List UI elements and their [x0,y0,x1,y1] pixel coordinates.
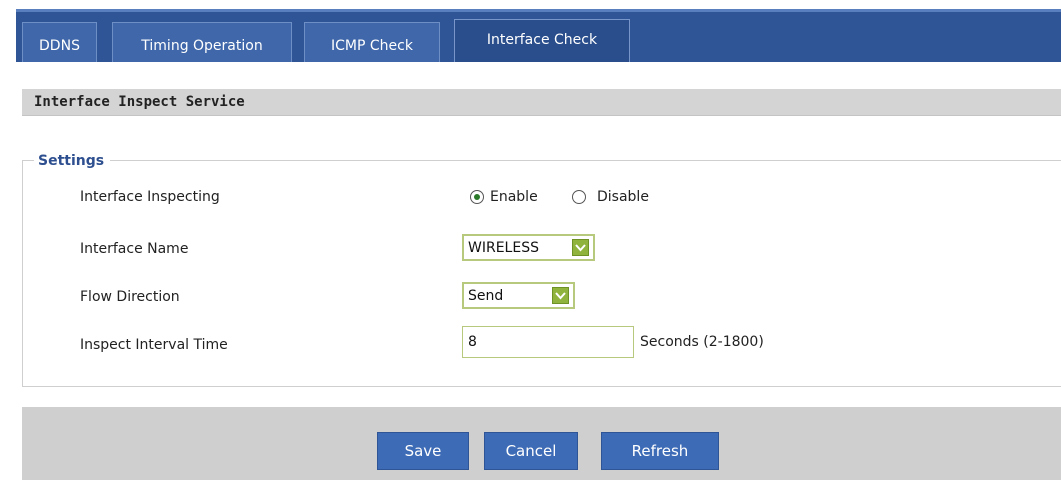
enable-radio-label[interactable]: Enable [490,187,538,207]
enable-radio[interactable] [470,190,484,204]
tab-interface-check[interactable]: Interface Check [454,19,630,62]
settings-legend: Settings [34,152,111,170]
tab-timing-operation[interactable]: Timing Operation [112,22,292,62]
inspect-interval-input[interactable]: 8 [462,326,634,358]
tab-ddns[interactable]: DDNS [22,22,97,62]
flow-direction-value: Send [468,288,504,304]
interface-inspecting-label: Interface Inspecting [80,189,220,205]
inspect-interval-unit: Seconds (2-1800) [640,334,764,350]
disable-radio-label[interactable]: Disable [597,187,649,207]
section-title: Interface Inspect Service [22,89,1061,116]
chevron-down-icon [552,287,569,304]
interface-name-value: WIRELESS [468,240,539,256]
flow-direction-select[interactable]: Send [462,282,575,309]
tab-icmp-check[interactable]: ICMP Check [304,22,440,62]
flow-direction-label: Flow Direction [80,289,180,305]
refresh-button[interactable]: Refresh [601,432,719,470]
interface-name-label: Interface Name [80,241,189,257]
inspect-interval-label: Inspect Interval Time [80,337,228,353]
chevron-down-icon [572,239,589,256]
cancel-button[interactable]: Cancel [484,432,578,470]
interface-name-select[interactable]: WIRELESS [462,234,595,261]
disable-radio[interactable] [572,190,586,204]
radio-selected-dot [474,194,480,200]
save-button[interactable]: Save [377,432,469,470]
tab-bar: DDNS Timing Operation ICMP Check Interfa… [0,0,1061,62]
